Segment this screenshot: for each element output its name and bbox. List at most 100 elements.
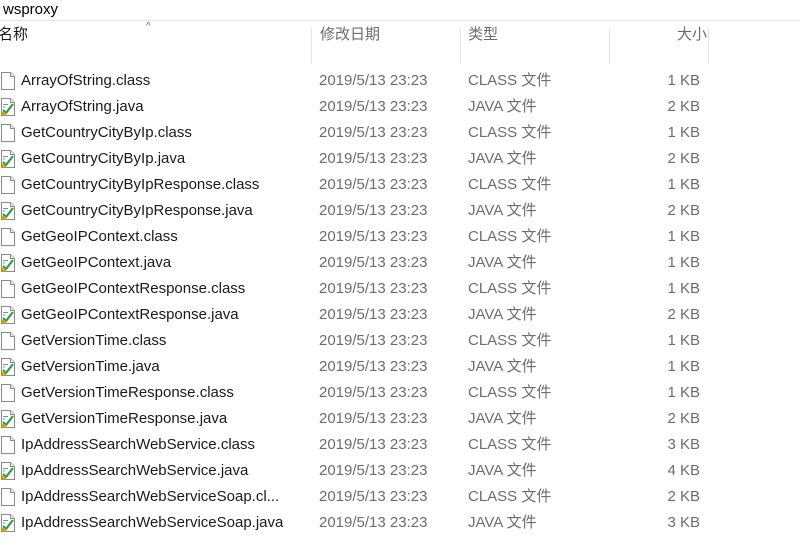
file-modified-date: 2019/5/13 23:23	[319, 176, 428, 193]
file-row[interactable]: ArrayOfString.class 2019/5/13 23:23 CLASS …	[0, 68, 800, 94]
file-row[interactable]: GetCountryCityByIp.class 2019/5/13 23:23 C…	[0, 120, 800, 146]
file-name: GetGeoIPContextResponse.java	[21, 306, 239, 323]
window-title: wsproxy	[3, 1, 59, 18]
file-size: 1 KB	[667, 72, 700, 89]
file-row[interactable]: GetCountryCityByIpResponse.class 2019/5/1…	[0, 172, 800, 198]
file-name: GetGeoIPContextResponse.class	[21, 280, 246, 297]
file-name: ArrayOfString.java	[21, 98, 144, 115]
file-size: 2 KB	[667, 410, 700, 427]
column-header-type[interactable]: 类型	[468, 22, 608, 48]
file-modified-date: 2019/5/13 23:23	[319, 72, 428, 89]
file-row[interactable]: GetGeoIPContextResponse.class 2019/5/13 2…	[0, 276, 800, 302]
file-modified-date: 2019/5/13 23:23	[319, 384, 428, 401]
file-name: IpAddressSearchWebServiceSoap.cl...	[21, 488, 280, 505]
file-row[interactable]: GetVersionTime.java 2019/5/13 23:23 JAVA 文…	[0, 354, 800, 380]
file-name: GetVersionTime.class	[21, 332, 167, 349]
column-header-name[interactable]: 名称	[0, 22, 310, 48]
java-file-icon	[1, 358, 15, 376]
java-file-icon	[1, 462, 15, 480]
file-size: 1 KB	[667, 384, 700, 401]
file-type: CLASS 文件	[468, 72, 552, 89]
file-row[interactable]: IpAddressSearchWebServiceSoap.cl... 2019/…	[0, 484, 800, 510]
file-name: GetGeoIPContext.java	[21, 254, 172, 271]
file-size: 2 KB	[667, 150, 700, 167]
column-header-date[interactable]: 修改日期	[320, 22, 460, 48]
file-icon	[1, 124, 15, 142]
file-size: 2 KB	[667, 202, 700, 219]
file-modified-date: 2019/5/13 23:23	[319, 280, 428, 297]
file-name: GetVersionTimeResponse.java	[21, 410, 228, 427]
file-type: JAVA 文件	[468, 306, 537, 323]
file-row[interactable]: GetCountryCityByIpResponse.java 2019/5/13…	[0, 198, 800, 224]
file-modified-date: 2019/5/13 23:23	[319, 410, 428, 427]
java-file-icon	[1, 410, 15, 428]
file-name: GetCountryCityByIp.java	[21, 150, 186, 167]
file-type: JAVA 文件	[468, 150, 537, 167]
file-type: CLASS 文件	[468, 124, 552, 141]
java-file-icon	[1, 98, 15, 116]
file-modified-date: 2019/5/13 23:23	[319, 332, 428, 349]
file-size: 1 KB	[667, 176, 700, 193]
java-file-icon	[1, 254, 15, 272]
file-type: JAVA 文件	[468, 202, 537, 219]
file-modified-date: 2019/5/13 23:23	[319, 306, 428, 323]
file-modified-date: 2019/5/13 23:23	[319, 150, 428, 167]
java-file-icon	[1, 202, 15, 220]
file-type: JAVA 文件	[468, 462, 537, 479]
file-modified-date: 2019/5/13 23:23	[319, 124, 428, 141]
java-file-icon	[1, 514, 15, 532]
file-row[interactable]: ArrayOfString.java 2019/5/13 23:23 JAVA 文件…	[0, 94, 800, 120]
file-modified-date: 2019/5/13 23:23	[319, 462, 428, 479]
file-modified-date: 2019/5/13 23:23	[319, 514, 428, 531]
column-divider[interactable]	[311, 28, 312, 64]
file-icon	[1, 332, 15, 350]
file-row[interactable]: IpAddressSearchWebService.java 2019/5/13 …	[0, 458, 800, 484]
file-row[interactable]: GetGeoIPContext.java 2019/5/13 23:23 JAVA …	[0, 250, 800, 276]
file-row[interactable]: GetCountryCityByIp.java 2019/5/13 23:23 JA…	[0, 146, 800, 172]
column-header-row: ^ 名称 修改日期 类型 大小	[0, 21, 800, 68]
file-icon	[1, 280, 15, 298]
file-icon	[1, 384, 15, 402]
file-row[interactable]: GetVersionTimeResponse.java 2019/5/13 23:…	[0, 406, 800, 432]
file-icon	[1, 72, 15, 90]
window-titlebar: wsproxy	[0, 0, 800, 21]
file-modified-date: 2019/5/13 23:23	[319, 488, 428, 505]
column-divider[interactable]	[609, 28, 610, 64]
file-modified-date: 2019/5/13 23:23	[319, 436, 428, 453]
file-name: IpAddressSearchWebService.java	[21, 462, 249, 479]
file-name: ArrayOfString.class	[21, 72, 151, 89]
file-name: IpAddressSearchWebService.class	[21, 436, 255, 453]
file-row[interactable]: IpAddressSearchWebServiceSoap.java 2019/5…	[0, 510, 800, 536]
file-type: JAVA 文件	[468, 514, 537, 531]
file-row[interactable]: IpAddressSearchWebService.class 2019/5/13…	[0, 432, 800, 458]
file-type: JAVA 文件	[468, 254, 537, 271]
file-size: 2 KB	[667, 98, 700, 115]
file-type: CLASS 文件	[468, 384, 552, 401]
file-type: CLASS 文件	[468, 436, 552, 453]
column-divider[interactable]	[460, 28, 461, 64]
file-icon	[1, 436, 15, 454]
file-type: CLASS 文件	[468, 280, 552, 297]
file-modified-date: 2019/5/13 23:23	[319, 228, 428, 245]
file-size: 3 KB	[667, 514, 700, 531]
file-modified-date: 2019/5/13 23:23	[319, 202, 428, 219]
file-type: JAVA 文件	[468, 410, 537, 427]
file-type: CLASS 文件	[468, 488, 552, 505]
file-name: GetCountryCityByIpResponse.class	[21, 176, 260, 193]
file-size: 3 KB	[667, 436, 700, 453]
file-row[interactable]: GetGeoIPContextResponse.java 2019/5/13 23…	[0, 302, 800, 328]
file-row[interactable]: GetVersionTime.class 2019/5/13 23:23 CLASS…	[0, 328, 800, 354]
file-type: CLASS 文件	[468, 228, 552, 245]
column-divider[interactable]	[708, 28, 709, 64]
file-size: 1 KB	[667, 332, 700, 349]
column-header-size[interactable]: 大小	[617, 22, 707, 48]
file-size: 1 KB	[667, 124, 700, 141]
file-size: 4 KB	[667, 462, 700, 479]
file-modified-date: 2019/5/13 23:23	[319, 254, 428, 271]
file-type: JAVA 文件	[468, 98, 537, 115]
file-icon	[1, 176, 15, 194]
file-row[interactable]: GetVersionTimeResponse.class 2019/5/13 23…	[0, 380, 800, 406]
java-file-icon	[1, 306, 15, 324]
file-row[interactable]: GetGeoIPContext.class 2019/5/13 23:23 CLAS…	[0, 224, 800, 250]
file-modified-date: 2019/5/13 23:23	[319, 358, 428, 375]
